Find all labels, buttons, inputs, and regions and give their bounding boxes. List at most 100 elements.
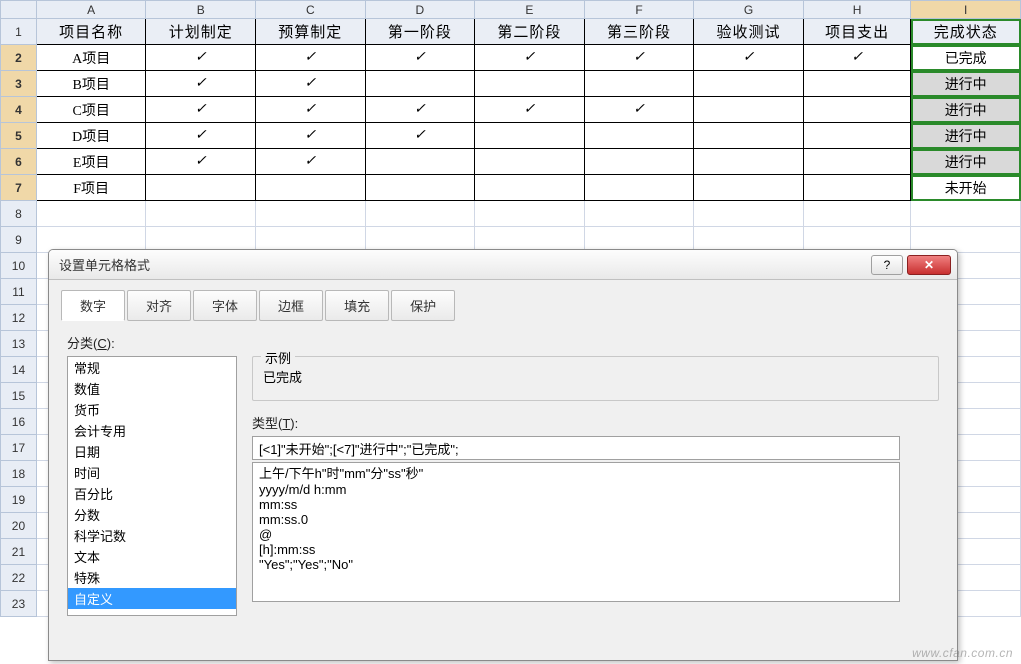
col-header-D[interactable]: D — [365, 1, 475, 19]
row-header[interactable]: 18 — [1, 461, 37, 487]
mark-cell[interactable]: ✓ — [365, 123, 475, 149]
row-header[interactable]: 10 — [1, 253, 37, 279]
row-header[interactable]: 12 — [1, 305, 37, 331]
row-header[interactable]: 6 — [1, 149, 37, 175]
type-list-item[interactable]: 上午/下午h"时"mm"分"ss"秒" — [253, 463, 899, 482]
select-all-corner[interactable] — [1, 1, 37, 19]
category-item[interactable]: 科学记数 — [68, 525, 236, 546]
row-header[interactable]: 4 — [1, 97, 37, 123]
mark-cell[interactable] — [475, 175, 585, 201]
row-header[interactable]: 14 — [1, 357, 37, 383]
tab-字体[interactable]: 字体 — [193, 290, 257, 321]
mark-cell[interactable]: ✓ — [365, 97, 475, 123]
category-item[interactable]: 会计专用 — [68, 420, 236, 441]
type-list-item[interactable]: mm:ss.0 — [253, 512, 899, 527]
type-input[interactable] — [252, 436, 900, 460]
status-cell[interactable]: 进行中 — [911, 123, 1021, 149]
mark-cell[interactable]: ✓ — [256, 71, 366, 97]
header-cell[interactable]: 预算制定 — [256, 19, 366, 45]
empty-cell[interactable] — [36, 201, 146, 227]
mark-cell[interactable] — [584, 71, 694, 97]
mark-cell[interactable] — [803, 71, 911, 97]
mark-cell[interactable] — [365, 71, 475, 97]
col-header-I[interactable]: I — [911, 1, 1021, 19]
empty-cell[interactable] — [475, 201, 585, 227]
mark-cell[interactable] — [803, 97, 911, 123]
row-header[interactable]: 7 — [1, 175, 37, 201]
col-header-G[interactable]: G — [694, 1, 804, 19]
mark-cell[interactable] — [365, 149, 475, 175]
mark-cell[interactable] — [694, 149, 804, 175]
row-header[interactable]: 2 — [1, 45, 37, 71]
mark-cell[interactable]: ✓ — [803, 45, 911, 71]
row-header[interactable]: 23 — [1, 591, 37, 617]
mark-cell[interactable]: ✓ — [146, 97, 256, 123]
type-list-item[interactable]: [h]:mm:ss — [253, 542, 899, 557]
help-button[interactable]: ? — [871, 255, 903, 275]
category-item[interactable]: 常规 — [68, 357, 236, 378]
row-header[interactable]: 5 — [1, 123, 37, 149]
empty-cell[interactable] — [146, 201, 256, 227]
mark-cell[interactable]: ✓ — [146, 71, 256, 97]
row-header[interactable]: 3 — [1, 71, 37, 97]
row-header[interactable]: 19 — [1, 487, 37, 513]
tab-填充[interactable]: 填充 — [325, 290, 389, 321]
mark-cell[interactable] — [146, 175, 256, 201]
mark-cell[interactable] — [694, 175, 804, 201]
type-listbox[interactable]: 上午/下午h"时"mm"分"ss"秒"yyyy/m/d h:mmmm:ssmm:… — [252, 462, 900, 602]
mark-cell[interactable] — [803, 175, 911, 201]
project-name-cell[interactable]: F项目 — [36, 175, 146, 201]
header-cell[interactable]: 第二阶段 — [475, 19, 585, 45]
col-header-E[interactable]: E — [475, 1, 585, 19]
mark-cell[interactable] — [694, 123, 804, 149]
header-cell[interactable]: 完成状态 — [911, 19, 1021, 45]
type-list-item[interactable]: yyyy/m/d h:mm — [253, 482, 899, 497]
close-button[interactable]: ✕ — [907, 255, 951, 275]
mark-cell[interactable] — [584, 123, 694, 149]
category-item[interactable]: 数值 — [68, 378, 236, 399]
type-list-item[interactable]: "Yes";"Yes";"No" — [253, 557, 899, 572]
tab-保护[interactable]: 保护 — [391, 290, 455, 321]
category-item[interactable]: 日期 — [68, 441, 236, 462]
mark-cell[interactable] — [256, 175, 366, 201]
mark-cell[interactable]: ✓ — [256, 97, 366, 123]
dialog-titlebar[interactable]: 设置单元格格式 ? ✕ — [49, 250, 957, 280]
header-cell[interactable]: 第一阶段 — [365, 19, 475, 45]
mark-cell[interactable] — [803, 123, 911, 149]
mark-cell[interactable] — [584, 149, 694, 175]
row-header[interactable]: 16 — [1, 409, 37, 435]
col-header-C[interactable]: C — [256, 1, 366, 19]
header-cell[interactable]: 项目支出 — [803, 19, 911, 45]
empty-cell[interactable] — [803, 201, 911, 227]
col-header-B[interactable]: B — [146, 1, 256, 19]
status-cell[interactable]: 未开始 — [911, 175, 1021, 201]
mark-cell[interactable]: ✓ — [146, 123, 256, 149]
mark-cell[interactable] — [694, 97, 804, 123]
mark-cell[interactable]: ✓ — [475, 45, 585, 71]
mark-cell[interactable]: ✓ — [475, 97, 585, 123]
header-cell[interactable]: 验收测试 — [694, 19, 804, 45]
project-name-cell[interactable]: C项目 — [36, 97, 146, 123]
mark-cell[interactable]: ✓ — [694, 45, 804, 71]
tab-边框[interactable]: 边框 — [259, 290, 323, 321]
tab-对齐[interactable]: 对齐 — [127, 290, 191, 321]
mark-cell[interactable] — [694, 71, 804, 97]
mark-cell[interactable]: ✓ — [365, 45, 475, 71]
col-header-F[interactable]: F — [584, 1, 694, 19]
mark-cell[interactable]: ✓ — [584, 97, 694, 123]
category-item[interactable]: 自定义 — [68, 588, 236, 609]
category-item[interactable]: 时间 — [68, 462, 236, 483]
project-name-cell[interactable]: B项目 — [36, 71, 146, 97]
tab-数字[interactable]: 数字 — [61, 290, 125, 321]
project-name-cell[interactable]: E项目 — [36, 149, 146, 175]
type-list-item[interactable]: mm:ss — [253, 497, 899, 512]
mark-cell[interactable] — [803, 149, 911, 175]
mark-cell[interactable]: ✓ — [256, 149, 366, 175]
category-item[interactable]: 文本 — [68, 546, 236, 567]
type-list-item[interactable]: @ — [253, 527, 899, 542]
row-header[interactable]: 21 — [1, 539, 37, 565]
empty-cell[interactable] — [365, 201, 475, 227]
mark-cell[interactable] — [475, 71, 585, 97]
category-item[interactable]: 百分比 — [68, 483, 236, 504]
status-cell[interactable]: 进行中 — [911, 97, 1021, 123]
